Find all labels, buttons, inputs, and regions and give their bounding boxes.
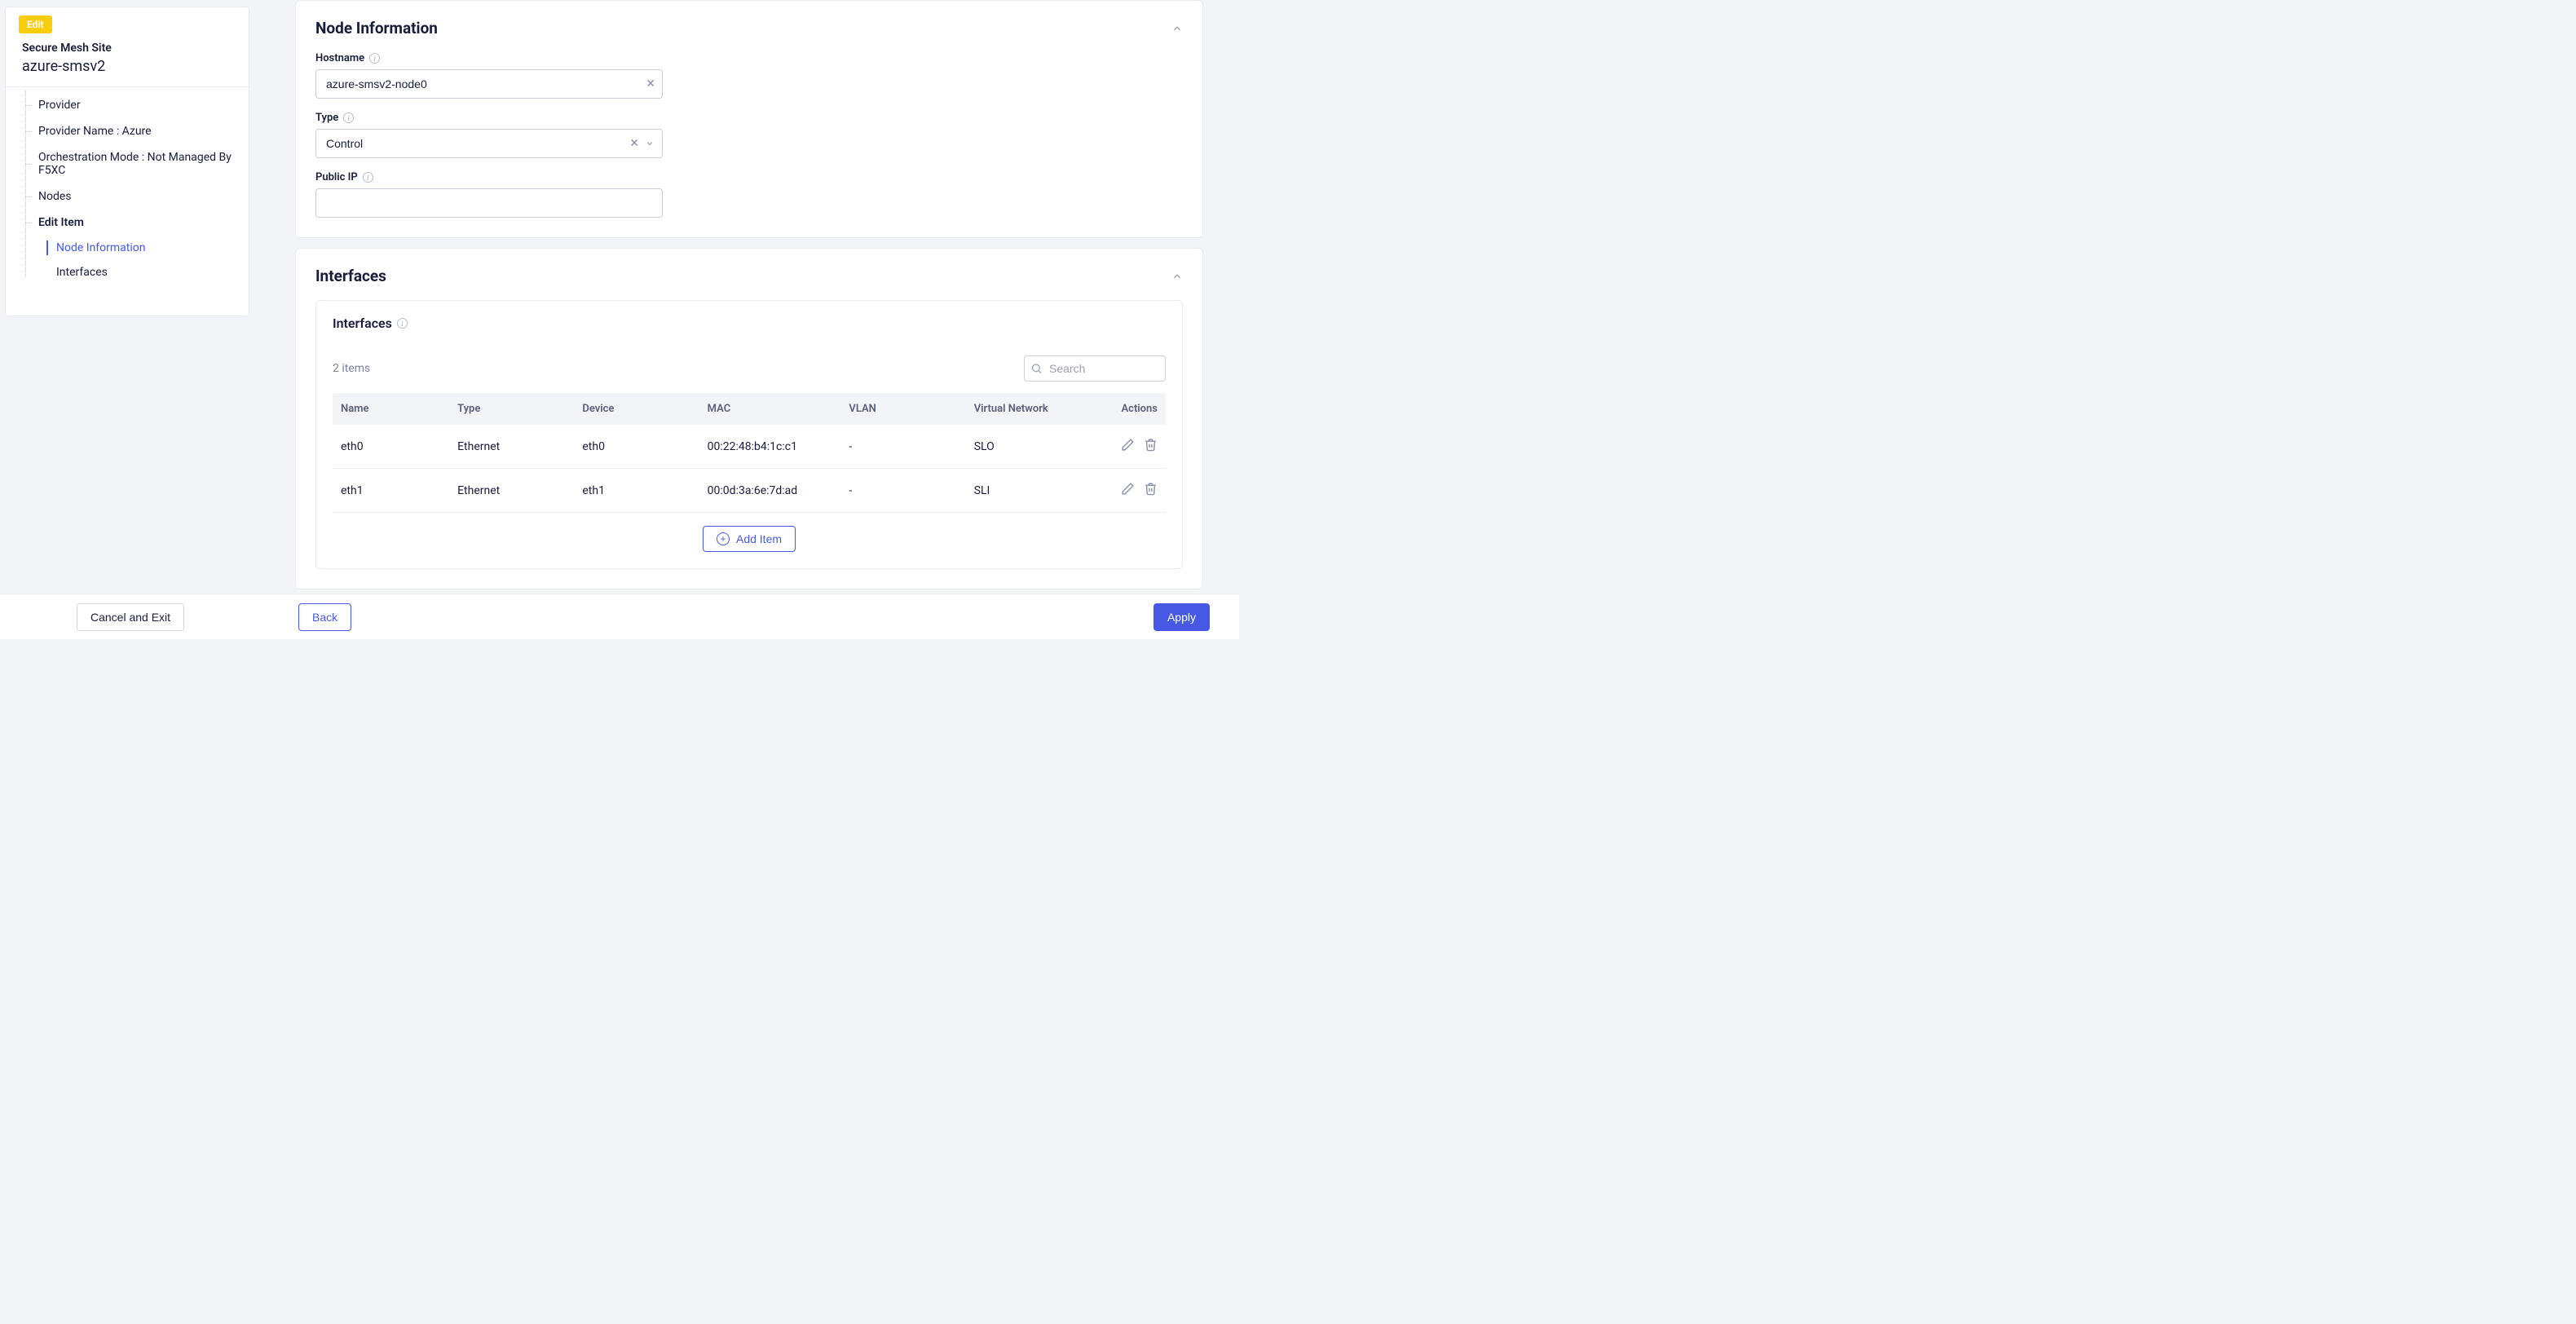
interfaces-inner-title: Interfaces (333, 316, 392, 331)
col-mac: MAC (699, 393, 841, 425)
type-field: Type i × (315, 112, 1183, 158)
cell-device: eth0 (574, 425, 699, 469)
main-area: Node Information Hostname i × Type i × (295, 0, 1203, 599)
chevron-down-icon[interactable] (645, 139, 655, 148)
plus-icon: + (717, 532, 730, 545)
chevron-up-icon[interactable] (1171, 23, 1183, 34)
interfaces-table: Name Type Device MAC VLAN Virtual Networ… (333, 393, 1166, 513)
col-name: Name (333, 393, 449, 425)
col-virtual-network: Virtual Network (966, 393, 1100, 425)
nav-tree: Provider Provider Name : Azure Orchestra… (6, 87, 249, 285)
cell-name: eth1 (333, 469, 449, 513)
hostname-label: Hostname (315, 52, 364, 64)
nav-item-provider-name[interactable]: Provider Name : Azure (6, 118, 249, 144)
nav-item-nodes[interactable]: Nodes (6, 183, 249, 210)
public-ip-input[interactable] (315, 188, 663, 218)
cell-name: eth0 (333, 425, 449, 469)
nav-item-orchestration-mode[interactable]: Orchestration Mode : Not Managed By F5XC (6, 144, 249, 183)
back-button[interactable]: Back (298, 603, 351, 631)
panel-header: Node Information (315, 19, 1183, 38)
nav-sub-node-information[interactable]: Node Information (6, 236, 249, 260)
search-input[interactable] (1024, 355, 1166, 382)
panel-title: Interfaces (315, 267, 386, 285)
edit-icon[interactable] (1121, 438, 1135, 452)
apply-button[interactable]: Apply (1153, 603, 1210, 631)
type-select[interactable] (315, 129, 663, 158)
info-icon[interactable]: i (397, 318, 408, 329)
site-meta: Secure Mesh Site azure-smsv2 (6, 33, 249, 87)
cancel-button[interactable]: Cancel and Exit (77, 603, 184, 631)
trash-icon[interactable] (1144, 482, 1158, 496)
cell-mac: 00:0d:3a:6e:7d:ad (699, 469, 841, 513)
sidebar: Edit Secure Mesh Site azure-smsv2 Provid… (5, 7, 249, 316)
clear-icon[interactable]: × (646, 77, 655, 91)
site-name: azure-smsv2 (22, 58, 232, 75)
cell-type: Ethernet (449, 425, 574, 469)
info-icon[interactable]: i (343, 113, 354, 123)
info-icon[interactable]: i (363, 172, 373, 183)
cell-mac: 00:22:48:b4:1c:c1 (699, 425, 841, 469)
nav-subtree: Node Information Interfaces (6, 236, 249, 285)
item-count: 2 items (333, 362, 370, 375)
interfaces-toolbar: 2 items (333, 355, 1166, 382)
nav-sub-label: Interfaces (56, 266, 108, 279)
col-type: Type (449, 393, 574, 425)
nav-sub-interfaces[interactable]: Interfaces (6, 260, 249, 285)
public-ip-field: Public IP i (315, 171, 1183, 218)
add-item-label: Add Item (736, 532, 782, 545)
cell-vlan: - (840, 425, 965, 469)
col-device: Device (574, 393, 699, 425)
edit-icon[interactable] (1121, 482, 1135, 496)
panel-title: Node Information (315, 19, 438, 38)
type-label: Type (315, 112, 338, 124)
cell-vnet: SLI (966, 469, 1100, 513)
footer: Cancel and Exit Back Apply (0, 594, 1239, 639)
col-vlan: VLAN (840, 393, 965, 425)
table-row: eth1 Ethernet eth1 00:0d:3a:6e:7d:ad - S… (333, 469, 1166, 513)
active-indicator (46, 241, 48, 255)
panel-header: Interfaces (315, 267, 1183, 285)
public-ip-label: Public IP (315, 171, 358, 183)
cell-type: Ethernet (449, 469, 574, 513)
nav-item-provider[interactable]: Provider (6, 92, 249, 118)
interfaces-panel: Interfaces Interfaces i 2 items (295, 248, 1203, 589)
chevron-up-icon[interactable] (1171, 271, 1183, 282)
hostname-input[interactable] (315, 69, 663, 99)
clear-icon[interactable]: × (630, 136, 638, 151)
cell-vlan: - (840, 469, 965, 513)
node-information-panel: Node Information Hostname i × Type i × (295, 0, 1203, 238)
trash-icon[interactable] (1144, 438, 1158, 452)
cell-device: eth1 (574, 469, 699, 513)
add-item-button[interactable]: + Add Item (703, 526, 796, 552)
cell-vnet: SLO (966, 425, 1100, 469)
col-actions: Actions (1099, 393, 1166, 425)
search-icon (1030, 363, 1043, 375)
nav-sub-label: Node Information (56, 241, 146, 254)
nav-item-edit-item[interactable]: Edit Item (6, 210, 249, 236)
table-row: eth0 Ethernet eth0 00:22:48:b4:1c:c1 - S… (333, 425, 1166, 469)
site-type-label: Secure Mesh Site (22, 42, 232, 55)
info-icon[interactable]: i (369, 53, 380, 64)
hostname-field: Hostname i × (315, 52, 1183, 99)
edit-badge: Edit (19, 15, 52, 33)
interfaces-card: Interfaces i 2 items Name Type Dev (315, 300, 1183, 569)
